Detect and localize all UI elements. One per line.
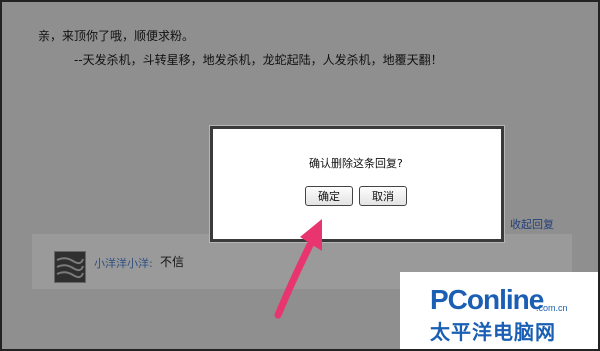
reply-text: 不信 — [160, 255, 185, 269]
dialog-message: 确认删除这条回复? — [309, 157, 403, 170]
watermark-brand: PConline — [430, 284, 544, 315]
collapse-replies-link[interactable]: 收起回复 — [510, 216, 554, 232]
post-line-1: 亲，来顶你了哦，顺便求粉。 — [38, 29, 195, 43]
cancel-button[interactable]: 取消 — [359, 186, 407, 206]
pointer-arrow-icon — [274, 219, 322, 319]
screenshot-frame: 亲，来顶你了哦，顺便求粉。 --天发杀机，斗转星移，地发杀机，龙蛇起陆，人发杀机… — [0, 0, 600, 351]
post-content: 亲，来顶你了哦，顺便求粉。 --天发杀机，斗转星移，地发杀机，龙蛇起陆，人发杀机… — [38, 24, 443, 72]
watermark-domain: .com.cn — [536, 303, 568, 313]
post-line-2: --天发杀机，斗转星移，地发杀机，龙蛇起陆，人发杀机，地覆天翻！ — [74, 53, 443, 67]
watermark-subtitle: 太平洋电脑网 — [430, 320, 556, 344]
confirm-button[interactable]: 确定 — [305, 186, 353, 206]
confirm-delete-dialog: 确认删除这条回复? 确定 取消 — [210, 126, 504, 242]
avatar[interactable] — [54, 251, 86, 283]
reply-username-link[interactable]: 小洋洋小洋: — [94, 255, 153, 271]
avatar-image — [55, 252, 85, 282]
watermark-logo: PConline .com.cn 太平洋电脑网 — [400, 272, 598, 349]
